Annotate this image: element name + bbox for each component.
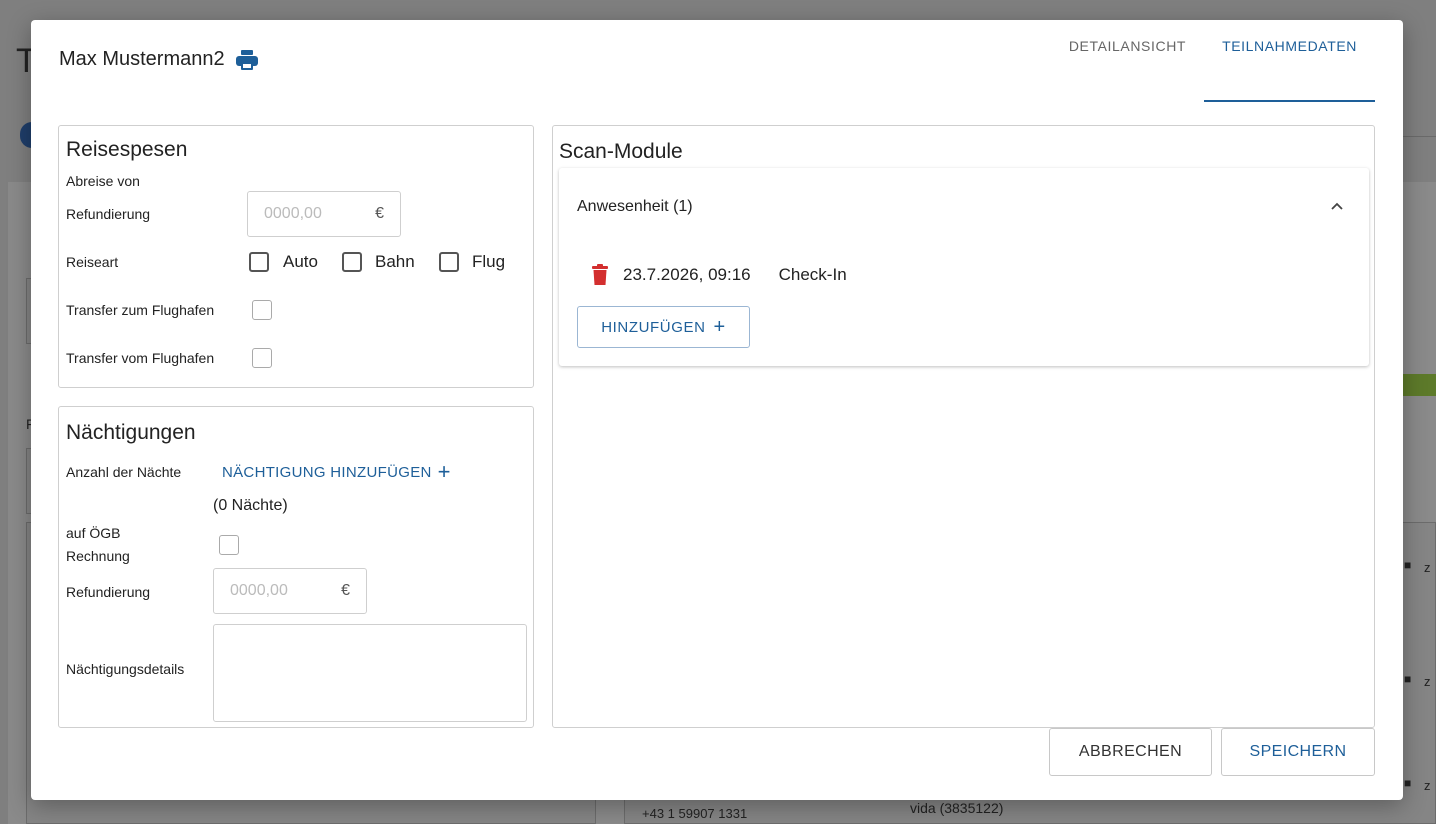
euro-icon: € (341, 582, 350, 599)
auto-label: Auto (283, 252, 318, 271)
abreise-label: Abreise von (66, 173, 140, 189)
night-refund-input[interactable]: 0000,00 € (213, 568, 367, 614)
flug-checkbox[interactable] (439, 252, 459, 272)
transfer-from-checkbox[interactable] (252, 348, 272, 368)
travel-refund-input[interactable]: 0000,00 € (247, 191, 401, 237)
night-refund-placeholder: 0000,00 (230, 582, 288, 599)
oegb-label-line2: Rechnung (66, 548, 130, 564)
bahn-label: Bahn (375, 252, 415, 271)
background-phone: +43 1 59907 1331 (642, 806, 748, 821)
reisespesen-panel: Reisespesen Abreise von Refundierung 000… (58, 125, 534, 388)
background-vida: vida (3835122) (910, 800, 1004, 816)
flug-label: Flug (472, 252, 506, 271)
reisespesen-title: Reisespesen (66, 138, 188, 161)
scan-module-title: Scan-Module (559, 140, 683, 163)
scan-entry: 23.7.2026, 09:16 Check-In (591, 264, 847, 286)
print-icon[interactable] (235, 49, 259, 71)
oegb-checkbox[interactable] (219, 535, 239, 555)
add-scan-label: HINZUFÜGEN (601, 318, 706, 336)
scan-timestamp: 23.7.2026, 09:16 (623, 265, 751, 284)
dialog-title: Max Mustermann2 (59, 48, 259, 71)
night-count-label: Anzahl der Nächte (66, 464, 182, 480)
car-icon: ■ (1404, 558, 1412, 572)
add-scan-button[interactable]: HINZUFÜGEN + (577, 306, 750, 348)
scan-module-panel: Scan-Module Anwesenheit (1) 23.7.2026, 0… (552, 125, 1375, 728)
plus-icon: + (437, 459, 451, 484)
background-text: z (1424, 674, 1431, 689)
background-text: z (1424, 778, 1431, 793)
transfer-to-checkbox[interactable] (252, 300, 272, 320)
plus-icon: + (713, 316, 726, 338)
attendance-accordion: Anwesenheit (1) 23.7.2026, 09:16 Check-I… (559, 168, 1369, 366)
night-count-value: (0 Nächte) (213, 497, 288, 514)
reiseart-label: Reiseart (66, 254, 119, 270)
cancel-button[interactable]: ABBRECHEN (1049, 728, 1212, 776)
oegb-label-line1: auf ÖGB (66, 525, 121, 541)
background-text: z (1424, 560, 1431, 575)
tab-detailansicht[interactable]: DETAILANSICHT (1051, 20, 1204, 102)
transfer-from-label: Transfer vom Flughafen (66, 350, 215, 366)
refund-label: Refundierung (66, 206, 151, 222)
car-icon: ■ (1404, 776, 1412, 790)
naechtigungen-title: Nächtigungen (66, 421, 196, 444)
attendance-header[interactable]: Anwesenheit (1) (577, 198, 693, 216)
travel-refund-placeholder: 0000,00 (264, 205, 322, 222)
save-button[interactable]: SPEICHERN (1221, 728, 1375, 776)
participant-dialog: Max Mustermann2 DETAILANSICHT TEILNAHMED… (31, 20, 1403, 800)
add-night-button[interactable]: NÄCHTIGUNG HINZUFÜGEN + (222, 461, 451, 483)
naechtigungen-panel: Nächtigungen Anzahl der Nächte NÄCHTIGUN… (58, 406, 534, 728)
participant-name: Max Mustermann2 (59, 48, 225, 70)
scan-type: Check-In (778, 265, 847, 284)
transfer-to-label: Transfer zum Flughafen (66, 302, 215, 318)
add-night-label: NÄCHTIGUNG HINZUFÜGEN (222, 463, 432, 481)
night-details-textarea[interactable] (213, 624, 527, 722)
bahn-checkbox[interactable] (342, 252, 362, 272)
trash-icon[interactable] (591, 264, 609, 286)
night-refund-label: Refundierung (66, 584, 151, 600)
euro-icon: € (375, 205, 384, 222)
night-details-label: Nächtigungsdetails (66, 661, 185, 677)
car-icon: ■ (1404, 672, 1412, 686)
auto-checkbox[interactable] (249, 252, 269, 272)
chevron-up-icon[interactable] (1329, 198, 1345, 214)
tab-bar: DETAILANSICHT TEILNAHMEDATEN (1051, 20, 1375, 102)
tab-teilnahmedaten[interactable]: TEILNAHMEDATEN (1204, 20, 1375, 102)
